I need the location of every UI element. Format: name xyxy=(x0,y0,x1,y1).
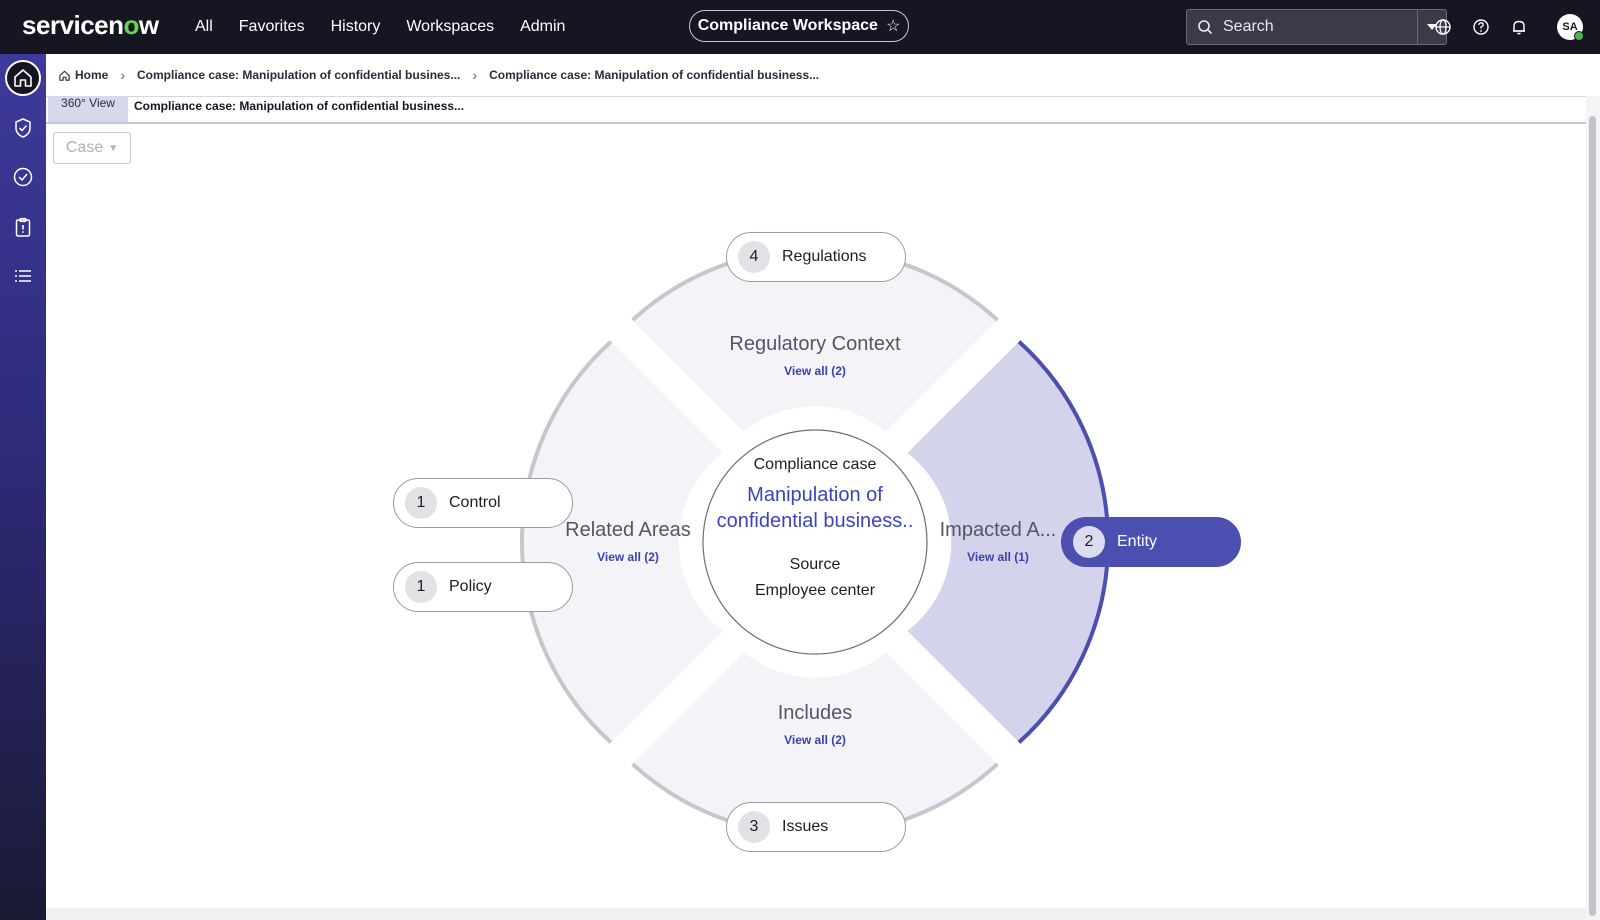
view-all-link[interactable]: View all (2) xyxy=(715,364,915,378)
scrollbar-thumb[interactable] xyxy=(1589,116,1596,916)
case-type-label: Compliance case xyxy=(753,456,877,473)
node-label: Issues xyxy=(782,818,829,835)
quadrant-includes: Includes View all (2) xyxy=(715,702,915,747)
page-bottom-edge xyxy=(46,908,1586,920)
node-label: Policy xyxy=(449,578,492,595)
node-label: Control xyxy=(449,494,501,511)
node-entity[interactable]: 2 Entity xyxy=(1061,517,1241,567)
case-title-link[interactable]: Manipulation of confidential business.. xyxy=(703,482,927,534)
center-case-summary: Compliance case Manipulation of confiden… xyxy=(703,456,927,601)
count-badge: 1 xyxy=(405,571,437,603)
count-badge: 4 xyxy=(738,241,770,273)
relationship-360-diagram: Regulatory Context View all (2) Related … xyxy=(0,0,1600,920)
quadrant-regulatory-context: Regulatory Context View all (2) xyxy=(715,333,915,378)
node-regulations[interactable]: 4 Regulations xyxy=(726,232,906,282)
count-badge: 1 xyxy=(405,487,437,519)
view-all-link[interactable]: View all (2) xyxy=(528,550,728,564)
quadrant-title: Regulatory Context xyxy=(729,333,901,355)
node-issues[interactable]: 3 Issues xyxy=(726,802,906,852)
count-badge: 3 xyxy=(738,811,770,843)
quadrant-title: Includes xyxy=(777,702,853,724)
view-all-link[interactable]: View all (2) xyxy=(715,733,915,747)
node-label: Entity xyxy=(1117,533,1158,550)
source-value: Employee center xyxy=(754,582,876,599)
source-label: Source xyxy=(789,556,841,573)
node-control[interactable]: 1 Control xyxy=(393,478,573,528)
count-badge: 2 xyxy=(1073,526,1105,558)
node-policy[interactable]: 1 Policy xyxy=(393,562,573,612)
node-label: Regulations xyxy=(782,248,867,265)
